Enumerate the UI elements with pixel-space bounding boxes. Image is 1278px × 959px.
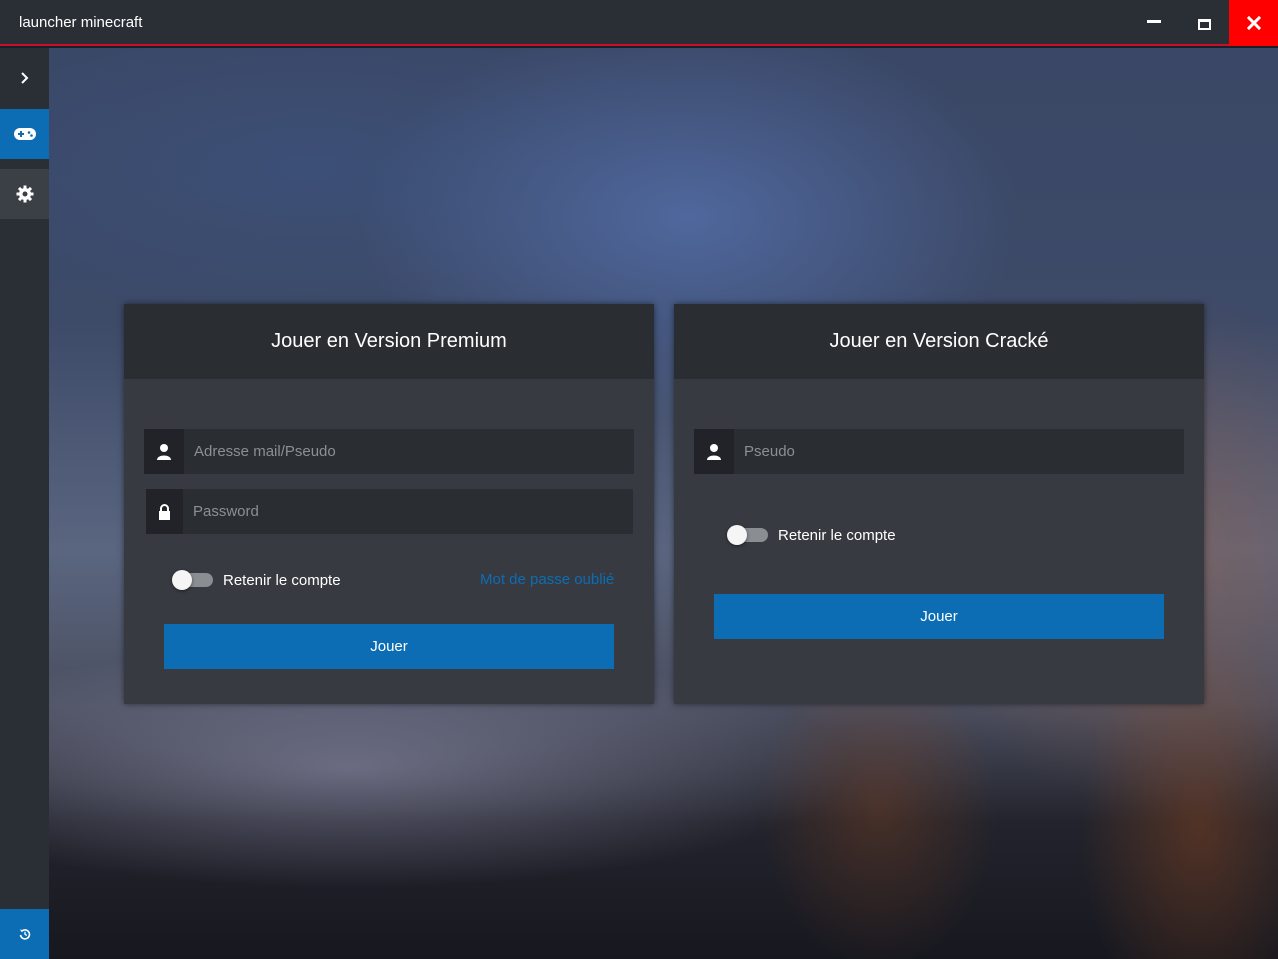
gamepad-icon [13, 128, 36, 140]
premium-remember-toggle[interactable] [172, 570, 213, 590]
premium-login-icon-box [144, 429, 184, 474]
premium-password-icon-box [146, 489, 183, 534]
cracked-remember-row: Retenir le compte [727, 523, 896, 547]
close-icon [1246, 16, 1261, 30]
premium-password-field [146, 489, 633, 534]
maximize-button[interactable] [1179, 0, 1229, 46]
forgot-password-link[interactable]: Mot de passe oublié [480, 571, 614, 588]
user-icon [707, 444, 721, 460]
premium-login-input[interactable] [184, 429, 634, 474]
cracked-login-panel: Jouer en Version Cracké Retenir le compt… [674, 304, 1204, 704]
premium-play-button[interactable]: Jouer [164, 624, 614, 669]
cracked-remember-toggle[interactable] [727, 525, 768, 545]
cracked-remember-label: Retenir le compte [778, 526, 896, 544]
window-title: launcher minecraft [19, 14, 143, 31]
cracked-panel-title: Jouer en Version Cracké [674, 304, 1204, 379]
cracked-pseudo-icon-box [694, 429, 734, 474]
sidebar-item-game[interactable] [0, 109, 49, 159]
toggle-knob [172, 570, 192, 590]
toggle-knob [727, 525, 747, 545]
sidebar-history-button[interactable] [0, 909, 49, 959]
maximize-icon [1197, 18, 1211, 30]
sidebar [0, 48, 49, 959]
premium-password-input[interactable] [183, 489, 633, 534]
close-button[interactable] [1229, 0, 1278, 46]
cracked-pseudo-field [694, 429, 1184, 474]
premium-login-panel: Jouer en Version Premium Retenir le comp… [124, 304, 654, 704]
premium-remember-row: Retenir le compte [172, 568, 341, 592]
premium-remember-label: Retenir le compte [223, 571, 341, 589]
minimize-icon [1147, 19, 1161, 23]
cracked-play-button[interactable]: Jouer [714, 594, 1164, 639]
sidebar-item-settings[interactable] [0, 169, 49, 219]
history-icon [19, 929, 30, 940]
lock-icon [159, 503, 170, 520]
gear-icon [16, 185, 33, 203]
sidebar-expand-button[interactable] [0, 50, 49, 105]
premium-login-field [144, 429, 634, 474]
cracked-pseudo-input[interactable] [734, 429, 1184, 474]
chevron-right-icon [20, 71, 28, 84]
user-icon [157, 444, 171, 460]
title-bar: launcher minecraft [0, 0, 1278, 46]
minimize-button[interactable] [1129, 0, 1179, 46]
premium-panel-title: Jouer en Version Premium [124, 304, 654, 379]
